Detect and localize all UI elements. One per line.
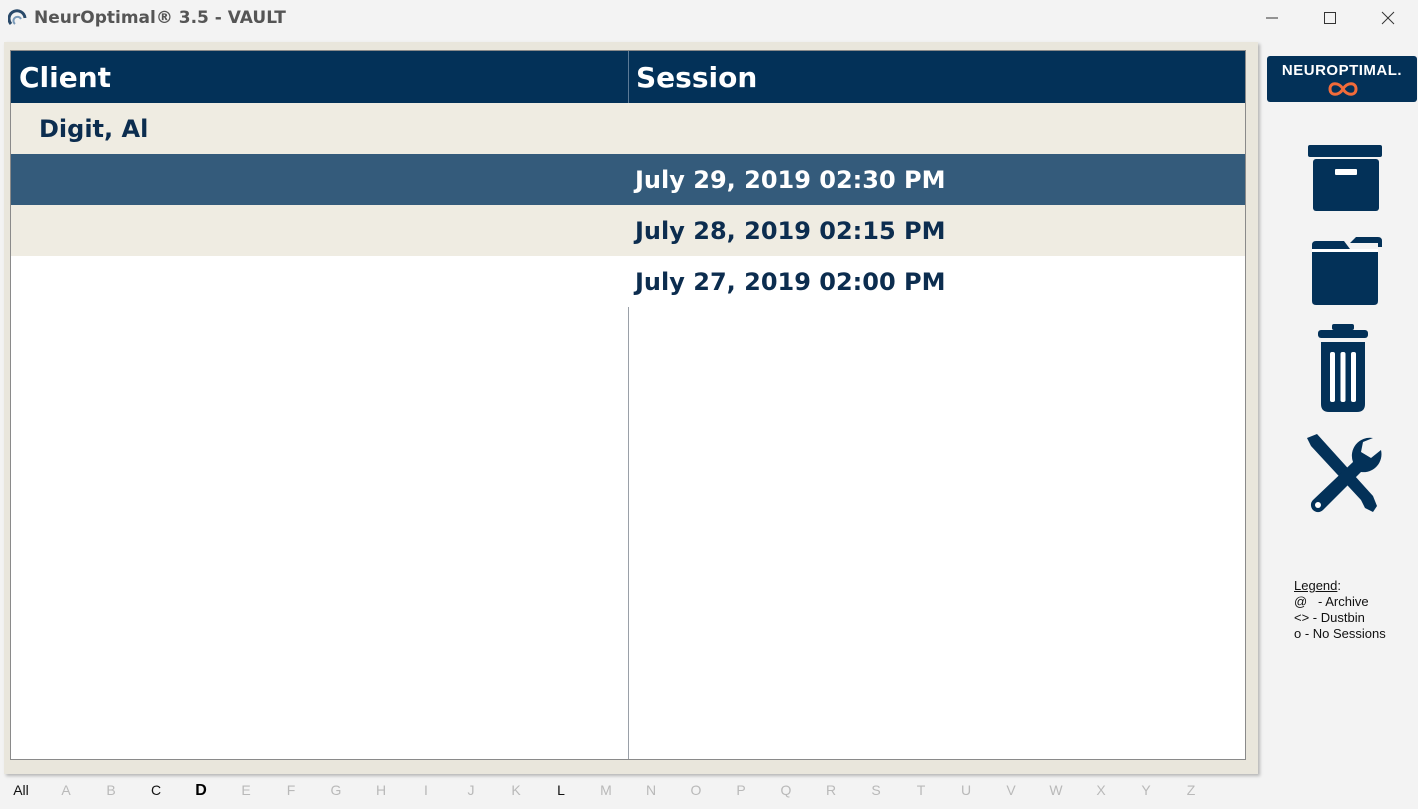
- table-row-selected[interactable]: July 29, 2019 02:30 PM: [11, 154, 1245, 205]
- tools-icon: [1307, 434, 1382, 513]
- session-column-header[interactable]: Session: [636, 51, 757, 103]
- alphabet-filter-bar: All A B C D E F G H I J K L M N O P Q R …: [0, 778, 1230, 804]
- trash-button[interactable]: [1298, 324, 1388, 412]
- maximize-icon: [1324, 12, 1336, 24]
- session-date-cell[interactable]: July 27, 2019 02:00 PM: [635, 256, 946, 307]
- close-button[interactable]: [1359, 0, 1417, 36]
- minimize-button[interactable]: [1243, 0, 1301, 36]
- alpha-filter-j[interactable]: J: [456, 782, 486, 798]
- trash-icon: [1318, 324, 1368, 412]
- legend-no-sessions: o - No Sessions: [1294, 626, 1386, 641]
- alpha-filter-h[interactable]: H: [366, 782, 396, 798]
- legend-archive: @ - Archive: [1294, 594, 1369, 609]
- alpha-filter-g[interactable]: G: [321, 782, 351, 798]
- infinity-icon: [1328, 82, 1358, 96]
- app-logo-icon: [8, 9, 27, 25]
- alpha-filter-i[interactable]: I: [411, 782, 441, 798]
- legend-heading: Legend:: [1294, 578, 1414, 594]
- neuroptimal-logo: NEUROPTIMAL.: [1267, 56, 1417, 102]
- alpha-filter-e[interactable]: E: [231, 782, 261, 798]
- alpha-filter-t[interactable]: T: [906, 782, 936, 798]
- alpha-filter-p[interactable]: P: [726, 782, 756, 798]
- alpha-filter-k[interactable]: K: [501, 782, 531, 798]
- table-row[interactable]: Digit, Al: [11, 103, 1245, 154]
- session-date-cell[interactable]: July 29, 2019 02:30 PM: [635, 154, 946, 205]
- tools-button[interactable]: [1298, 432, 1388, 516]
- open-folder-button[interactable]: [1298, 226, 1388, 310]
- table-row[interactable]: July 28, 2019 02:15 PM: [11, 205, 1245, 256]
- alpha-filter-s[interactable]: S: [861, 782, 891, 798]
- header-divider: [628, 51, 629, 103]
- window-title: NeurOptimal® 3.5 - VAULT: [34, 8, 286, 28]
- legend-title-colon: :: [1337, 578, 1342, 593]
- alpha-filter-z[interactable]: Z: [1176, 782, 1206, 798]
- alpha-filter-y[interactable]: Y: [1131, 782, 1161, 798]
- alpha-filter-c[interactable]: C: [141, 782, 171, 798]
- legend-title: Legend: [1294, 578, 1338, 593]
- archive-icon: [1308, 145, 1382, 211]
- alpha-filter-d[interactable]: D: [186, 782, 216, 800]
- alpha-filter-q[interactable]: Q: [771, 782, 801, 798]
- client-column-header[interactable]: Client: [19, 51, 111, 103]
- archive-button[interactable]: [1298, 134, 1388, 218]
- client-session-grid: Client Session Digit, Al July 29, 2019 0…: [10, 50, 1246, 760]
- alpha-filter-all[interactable]: All: [6, 782, 36, 798]
- alpha-filter-o[interactable]: O: [681, 782, 711, 798]
- alpha-filter-u[interactable]: U: [951, 782, 981, 798]
- alpha-filter-m[interactable]: M: [591, 782, 621, 798]
- maximize-button[interactable]: [1301, 0, 1359, 36]
- alpha-filter-x[interactable]: X: [1086, 782, 1116, 798]
- column-divider: [628, 307, 629, 759]
- alpha-filter-r[interactable]: R: [816, 782, 846, 798]
- table-row[interactable]: July 27, 2019 02:00 PM: [11, 256, 1245, 307]
- alpha-filter-w[interactable]: W: [1041, 782, 1071, 798]
- open-folder-icon: [1312, 237, 1382, 305]
- client-name-cell[interactable]: Digit, Al: [39, 103, 148, 154]
- alpha-filter-b[interactable]: B: [96, 782, 126, 798]
- table-header: Client Session: [11, 51, 1245, 103]
- alpha-filter-v[interactable]: V: [996, 782, 1026, 798]
- alpha-filter-a[interactable]: A: [51, 782, 81, 798]
- alpha-filter-f[interactable]: F: [276, 782, 306, 798]
- title-bar: NeurOptimal® 3.5 - VAULT: [0, 0, 1418, 38]
- alpha-filter-l[interactable]: L: [546, 782, 576, 798]
- session-date-cell[interactable]: July 28, 2019 02:15 PM: [635, 205, 946, 256]
- legend: Legend: @ - Archive <> - Dustbin o - No …: [1294, 578, 1414, 642]
- alpha-filter-n[interactable]: N: [636, 782, 666, 798]
- minimize-icon: [1266, 17, 1278, 19]
- logo-text: NEUROPTIMAL.: [1281, 62, 1403, 79]
- legend-dustbin: <> - Dustbin: [1294, 610, 1365, 625]
- close-icon: [1381, 11, 1395, 25]
